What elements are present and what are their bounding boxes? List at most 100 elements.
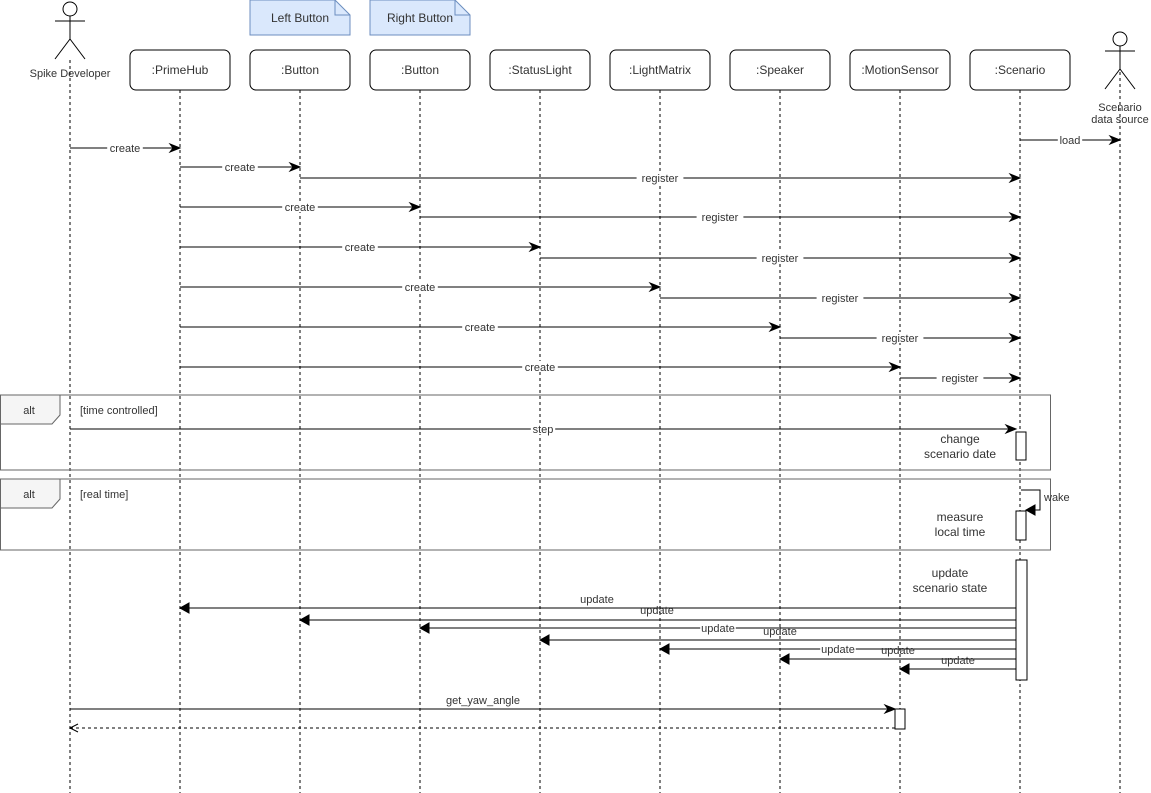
message-label: update: [821, 644, 855, 656]
participant-matrix[interactable]: :LightMatrix: [609, 49, 711, 91]
message-update[interactable]: update: [538, 626, 1016, 646]
message-label: create: [525, 362, 556, 374]
fragment-frame: [0, 478, 1051, 551]
participant-label: :Speaker: [756, 63, 804, 77]
message-register[interactable]: register: [780, 332, 1022, 345]
message-update[interactable]: update: [898, 655, 1016, 675]
message-register[interactable]: register: [900, 372, 1022, 385]
participant-btnL[interactable]: :Button: [249, 49, 351, 91]
message-register[interactable]: register: [540, 252, 1022, 265]
message-update[interactable]: update: [418, 622, 1016, 635]
message-label: create: [405, 282, 436, 294]
message-label: register: [702, 212, 739, 224]
message-label: update: [640, 605, 674, 617]
participant-label: :StatusLight: [508, 63, 572, 77]
actor-label: Spike Developer: [30, 68, 111, 80]
participant-label: :Button: [281, 63, 319, 77]
message-update[interactable]: update: [778, 645, 1016, 665]
message-register[interactable]: register: [300, 172, 1022, 185]
participant-heads: Spike Developer Scenariodata source :Prime…: [30, 0, 1149, 126]
message-label: update: [763, 626, 797, 638]
message-load[interactable]: load: [1020, 134, 1122, 147]
alt-fragments: alt [time controlled]changescenario datea…: [0, 394, 1051, 551]
message-label: register: [642, 173, 679, 185]
actor-leg-icon: [1104, 68, 1121, 90]
participant-scenario[interactable]: :Scenario: [969, 49, 1071, 91]
message-get-yaw-angle[interactable]: get_yaw_angle: [70, 695, 897, 715]
participant-status[interactable]: :StatusLight: [489, 49, 591, 91]
message-label: update: [580, 594, 614, 606]
message-label: load: [1060, 135, 1081, 147]
actor-label: data source: [1091, 114, 1148, 126]
activation-bar: [1015, 431, 1027, 461]
arrowhead-icon: [298, 614, 310, 626]
message-create[interactable]: create: [180, 281, 662, 294]
actor-leg-icon: [69, 38, 86, 60]
note-btnL: Left Button: [249, 0, 351, 36]
participant-hub[interactable]: :PrimeHub: [129, 49, 231, 91]
arrowhead-icon: [658, 643, 670, 655]
message-label: register: [942, 373, 979, 385]
note-btnR: Right Button: [369, 0, 471, 36]
message-label: update: [701, 623, 735, 635]
note-label: Left Button: [271, 11, 329, 25]
message-create[interactable]: create: [180, 161, 302, 174]
message-register[interactable]: register: [660, 292, 1022, 305]
actor-dev[interactable]: Spike Developer: [30, 1, 111, 80]
actor-label: Scenario: [1098, 102, 1141, 114]
message-label: step: [533, 424, 554, 436]
arrowhead-icon: [778, 653, 790, 665]
sequence-diagram-canvas: alt [time controlled]changescenario datea…: [0, 0, 1149, 793]
fragment-note: local time: [935, 525, 986, 539]
message-label: create: [345, 242, 376, 254]
actor-leg-icon: [54, 38, 71, 60]
participant-label: :LightMatrix: [629, 63, 691, 77]
fragment-guard: [time controlled]: [80, 405, 158, 417]
fragment-frame: [0, 394, 1051, 471]
message-label: create: [225, 162, 256, 174]
message-label: register: [762, 253, 799, 265]
actor-head-icon: [1112, 31, 1128, 47]
message-create[interactable]: create: [180, 201, 422, 214]
message-wake[interactable]: wake: [1021, 489, 1070, 516]
activation-bar: [1015, 559, 1028, 681]
arrowhead-icon: [898, 663, 910, 675]
message-label: register: [882, 333, 919, 345]
fragment-note: scenario date: [924, 447, 996, 461]
activation-bar: [894, 708, 906, 730]
message-label: update: [881, 645, 915, 657]
alt-fragment: alt [real time] measurelocal time: [0, 478, 1051, 551]
participant-label: :PrimeHub: [152, 63, 209, 77]
arrowhead-icon: [538, 634, 550, 646]
fragment-operator: alt: [23, 405, 35, 417]
fragment-note: measure: [937, 510, 984, 524]
participant-btnR[interactable]: :Button: [369, 49, 471, 91]
message-step[interactable]: step: [70, 423, 1018, 436]
message-update[interactable]: update: [178, 594, 1016, 614]
actor-head-icon: [62, 1, 78, 17]
activation-note: update: [932, 566, 969, 580]
message-label: register: [822, 293, 859, 305]
participant-speaker[interactable]: :Speaker: [729, 49, 831, 91]
message-register[interactable]: register: [420, 211, 1022, 224]
activation-bars: updatescenario state: [894, 431, 1028, 730]
participant-label: :Button: [401, 63, 439, 77]
message-create[interactable]: create: [180, 321, 782, 334]
actor-leg-icon: [1119, 68, 1136, 90]
note-label: Right Button: [387, 11, 453, 25]
fragment-note: change: [940, 432, 980, 446]
participant-motion[interactable]: :MotionSensor: [849, 49, 951, 91]
message-create[interactable]: create: [70, 142, 182, 155]
arrowhead-icon: [1024, 504, 1036, 516]
message-create[interactable]: create: [180, 241, 542, 254]
message-create[interactable]: create: [180, 361, 902, 374]
message-return[interactable]: [68, 723, 895, 733]
message-label: update: [941, 655, 975, 667]
message-label: create: [110, 143, 141, 155]
alt-fragment: alt [time controlled] changescenario date: [0, 394, 1051, 471]
fragment-guard: [real time]: [80, 489, 128, 501]
message-label: create: [285, 202, 316, 214]
participant-label: :MotionSensor: [861, 63, 938, 77]
fragment-operator: alt: [23, 489, 35, 501]
activation-note: scenario state: [913, 581, 988, 595]
